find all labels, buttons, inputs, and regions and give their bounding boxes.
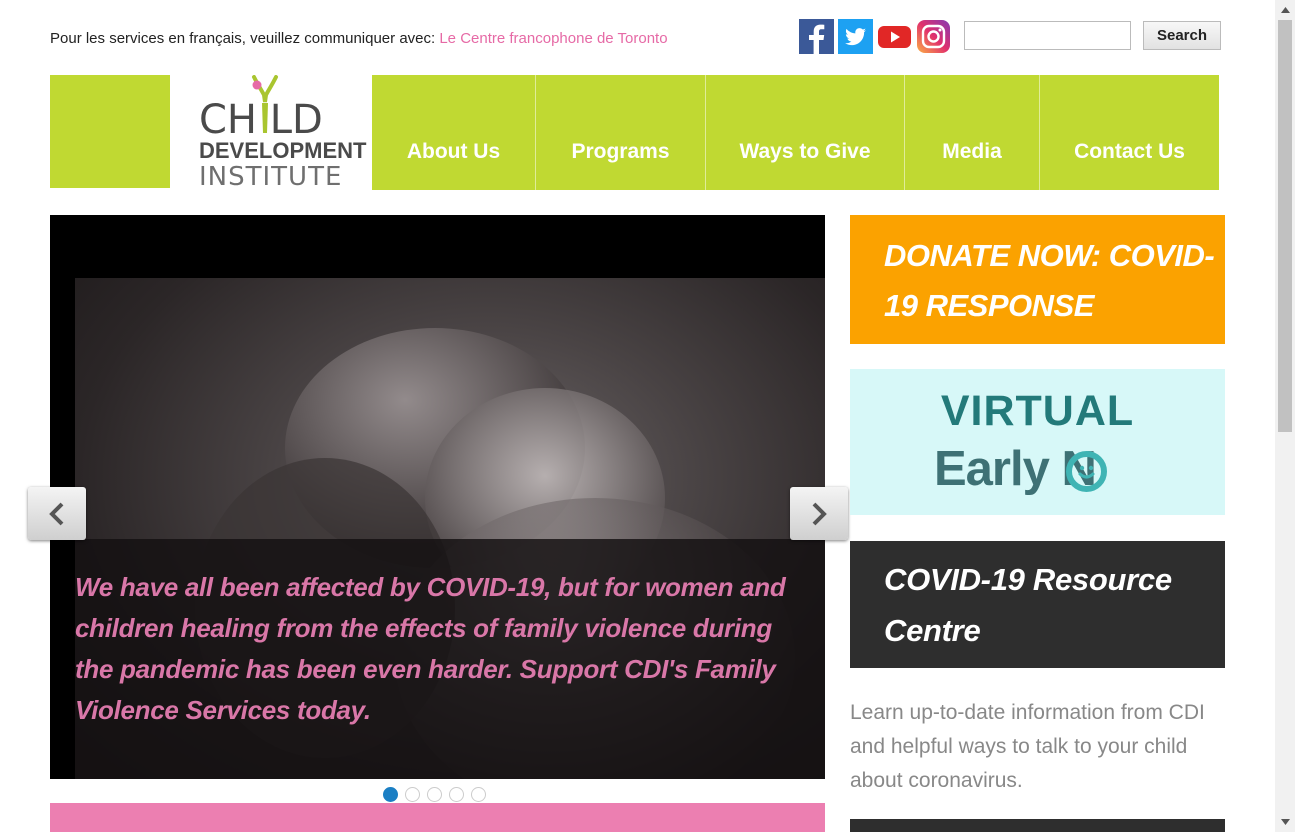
logo-text-child: CH LD xyxy=(199,97,323,143)
logo-text-development: DEVELOPMENT xyxy=(199,138,367,163)
slider-dot-4[interactable] xyxy=(449,787,464,802)
slider-dot-2[interactable] xyxy=(405,787,420,802)
instagram-icon[interactable] xyxy=(916,19,951,54)
covid-resource-centre-heading[interactable]: COVID-19 Resource Centre xyxy=(850,541,1225,668)
chevron-right-icon xyxy=(812,502,827,525)
chevron-left-icon xyxy=(49,502,64,525)
logo-text-institute: INSTITUTE xyxy=(199,162,342,190)
francophone-notice-text: Pour les services en français, veuillez … xyxy=(50,30,436,47)
header-green-block xyxy=(50,75,170,188)
scrollbar-thumb[interactable] xyxy=(1278,20,1292,432)
donate-now-button[interactable]: DONATE NOW: COVID-19 RESPONSE xyxy=(850,215,1225,344)
twitter-icon[interactable] xyxy=(838,19,873,54)
slider-dot-1[interactable] xyxy=(383,787,398,802)
search-input[interactable] xyxy=(964,21,1131,50)
francophone-notice: Pour les services en français, veuillez … xyxy=(50,30,668,47)
social-links xyxy=(799,19,951,54)
slider-prev-button[interactable] xyxy=(28,487,86,540)
francophone-centre-link[interactable]: Le Centre francophone de Toronto xyxy=(439,30,667,47)
slide-caption: We have all been affected by COVID-19, b… xyxy=(75,572,786,725)
site-logo[interactable]: CH LD DEVELOPMENT INSTITUTE xyxy=(170,75,372,192)
facebook-icon[interactable] xyxy=(799,19,834,54)
slider-dot-5[interactable] xyxy=(471,787,486,802)
slider-next-button[interactable] xyxy=(790,487,848,540)
pink-banner xyxy=(50,803,825,832)
smiley-icon xyxy=(1066,451,1107,492)
nav-programs[interactable]: Programs xyxy=(536,75,706,190)
virtual-earlyon-banner[interactable]: VIRTUAL Early N xyxy=(850,369,1225,515)
covid-resource-description: Learn up-to-date information from CDI an… xyxy=(850,701,1205,792)
sidebar-dark-panel xyxy=(850,819,1225,832)
main-nav: About Us Programs Ways to Give Media Con… xyxy=(372,75,1219,190)
earlyon-virtual-text: VIRTUAL xyxy=(940,387,1135,435)
scroll-up-arrow-icon[interactable] xyxy=(1275,0,1295,20)
nav-contact-us[interactable]: Contact Us xyxy=(1040,75,1219,190)
search-button[interactable]: Search xyxy=(1143,21,1221,50)
slider-pagination xyxy=(383,787,486,802)
slider-dot-3[interactable] xyxy=(427,787,442,802)
slide-caption-box: We have all been affected by COVID-19, b… xyxy=(75,539,825,779)
hero-slider: We have all been affected by COVID-19, b… xyxy=(50,215,825,779)
scroll-down-arrow-icon[interactable] xyxy=(1275,812,1295,832)
youtube-icon[interactable] xyxy=(877,19,912,54)
nav-about-us[interactable]: About Us xyxy=(372,75,536,190)
nav-ways-to-give[interactable]: Ways to Give xyxy=(706,75,905,190)
nav-media[interactable]: Media xyxy=(905,75,1040,190)
page-scrollbar[interactable] xyxy=(1275,0,1295,832)
